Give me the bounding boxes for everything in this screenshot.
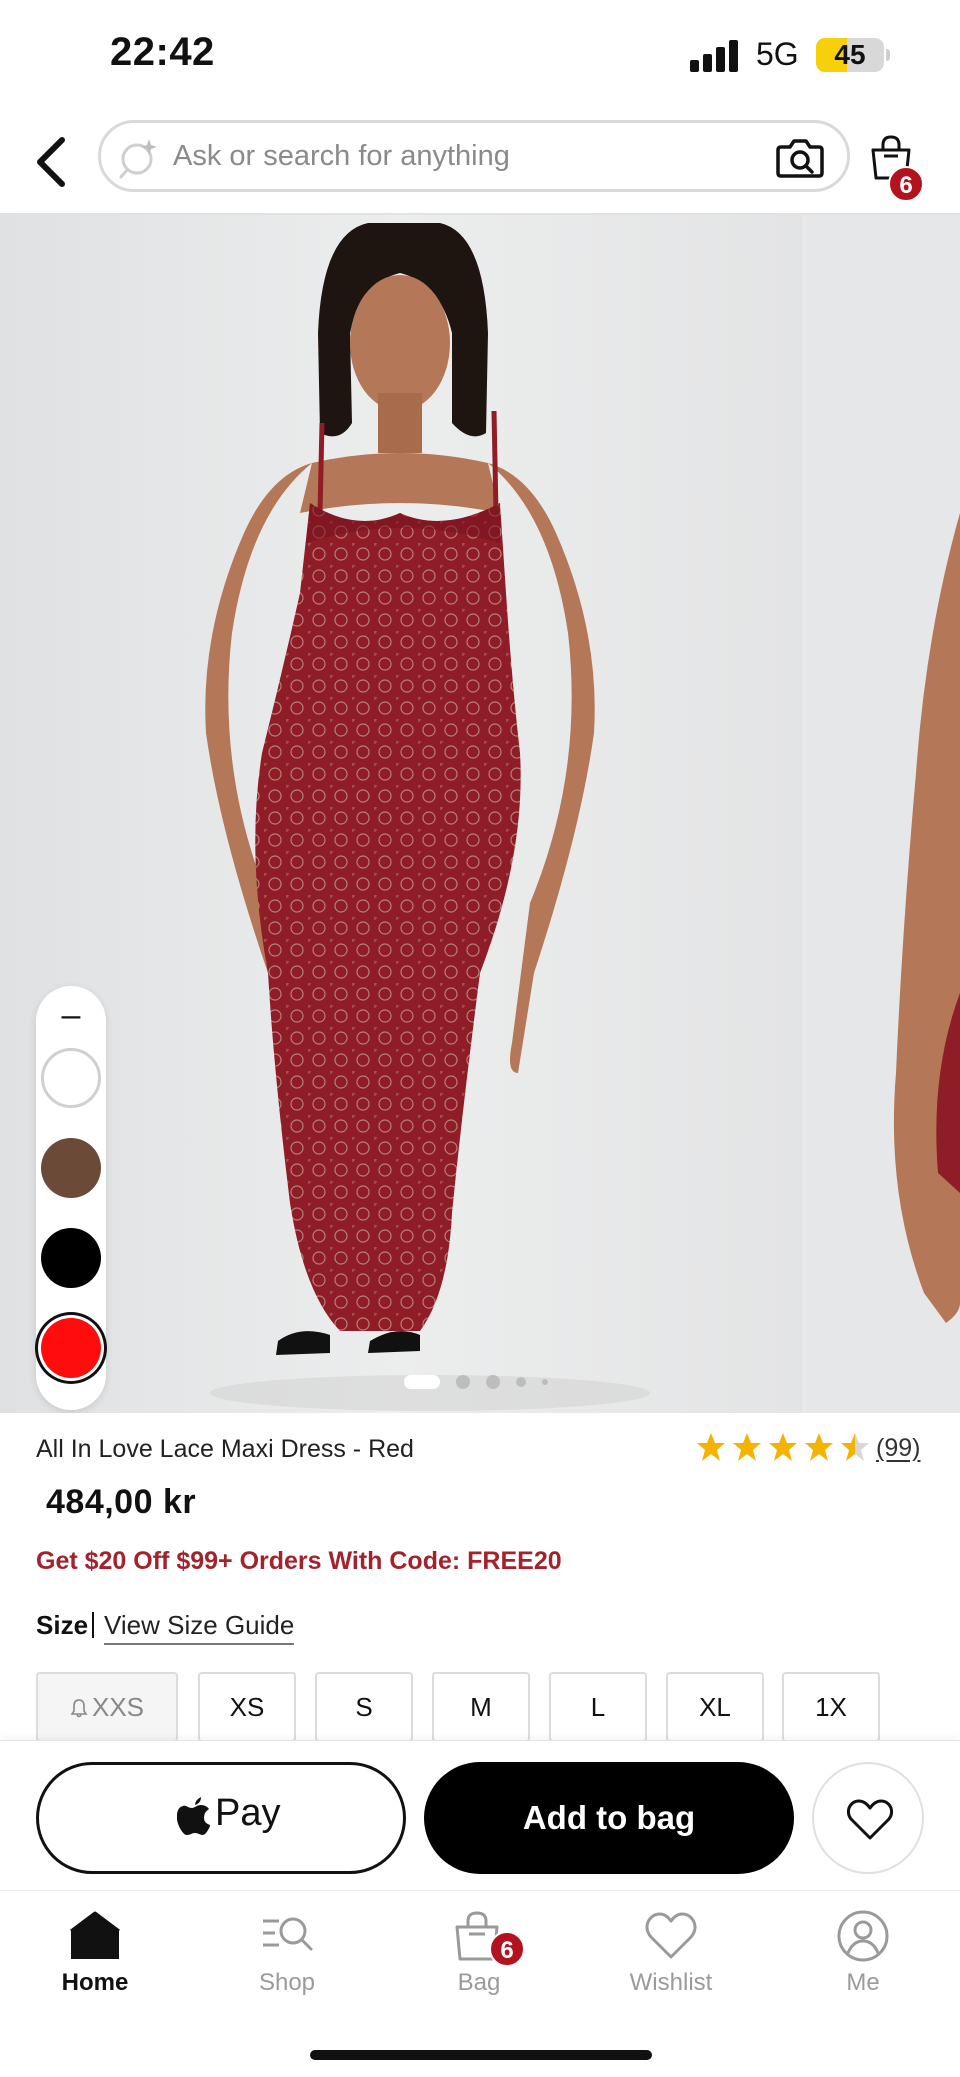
size-selector: XXS XS S M L XL 1X: [36, 1672, 960, 1742]
size-option-1x[interactable]: 1X: [782, 1672, 880, 1742]
search-input[interactable]: [173, 133, 733, 179]
pagination-dot: [404, 1375, 440, 1389]
user-icon: [837, 1910, 889, 1962]
tab-label: Home: [61, 1969, 129, 1996]
tab-wishlist[interactable]: Wishlist: [601, 1909, 741, 1999]
size-option-s[interactable]: S: [315, 1672, 413, 1742]
size-option-xxs[interactable]: XXS: [36, 1672, 178, 1742]
tab-label: Me: [846, 1969, 880, 1996]
cellular-signal-icon: [690, 40, 742, 72]
apple-pay-button[interactable]: Pay: [36, 1762, 406, 1874]
tab-me[interactable]: Me: [793, 1909, 933, 1999]
product-title: All In Love Lace Maxi Dress - Red: [36, 1435, 414, 1463]
size-label: Size: [36, 1610, 89, 1640]
apple-pay-label: Pay: [215, 1792, 281, 1834]
product-photo-next[interactable]: [806, 213, 960, 1413]
pagination-dot: [516, 1377, 526, 1387]
star-icon: [697, 1433, 725, 1461]
size-option-label: M: [470, 1692, 492, 1722]
pagination-dot: [456, 1375, 470, 1389]
status-time: 22:42: [110, 30, 215, 74]
color-swatch-black[interactable]: [41, 1228, 101, 1288]
chevron-left-icon: [37, 137, 65, 187]
tab-label: Wishlist: [629, 1969, 713, 1996]
view-size-guide-link[interactable]: View Size Guide: [104, 1610, 295, 1645]
size-option-label: XXS: [91, 1692, 145, 1722]
review-count[interactable]: (99): [876, 1434, 920, 1463]
camera-search-icon[interactable]: [775, 135, 825, 179]
tab-label: Shop: [258, 1969, 316, 1996]
header-bag-button[interactable]: 6: [866, 130, 926, 202]
star-icon: [805, 1433, 833, 1461]
purchase-action-bar: Pay Add to bag: [0, 1740, 960, 1890]
header-divider: [0, 213, 960, 215]
size-option-label: 1X: [815, 1692, 847, 1722]
tab-bag[interactable]: 6 Bag: [409, 1909, 549, 1999]
promo-banner: Get $20 Off $99+ Orders With Code: FREE2…: [36, 1547, 562, 1575]
star-icon: [733, 1433, 761, 1461]
ai-sparkle-search-icon: [119, 139, 157, 179]
color-swatch-red[interactable]: [41, 1318, 101, 1378]
size-option-label: L: [590, 1692, 606, 1722]
size-option-label: XS: [229, 1692, 265, 1722]
size-header: Size View Size Guide: [36, 1610, 295, 1645]
home-indicator: [310, 2050, 652, 2060]
search-bar[interactable]: [98, 120, 850, 192]
product-price: 484,00 kr: [46, 1483, 197, 1521]
tab-home[interactable]: Home: [25, 1909, 165, 1999]
home-icon: [70, 1911, 120, 1959]
color-swatch-white[interactable]: [41, 1048, 101, 1108]
network-type: 5G: [756, 36, 799, 72]
size-option-label: S: [355, 1692, 373, 1722]
size-option-m[interactable]: M: [432, 1672, 530, 1742]
size-separator: [92, 1612, 95, 1638]
product-image-gallery[interactable]: –: [0, 213, 960, 1413]
back-button[interactable]: [28, 132, 80, 192]
notify-bell-icon: [70, 1699, 88, 1718]
add-to-bag-button[interactable]: Add to bag: [424, 1762, 794, 1874]
product-photo-main[interactable]: [0, 213, 802, 1413]
pagination-dot: [542, 1379, 548, 1385]
battery-icon: 45: [816, 38, 884, 72]
tab-bag-count-badge: 6: [489, 1931, 525, 1967]
color-swatch-panel: –: [36, 986, 106, 1410]
shop-search-icon: [263, 1917, 313, 1951]
pagination-dot: [486, 1375, 500, 1389]
battery-nub: [886, 49, 890, 61]
top-navigation: 6: [0, 110, 960, 212]
bottom-tab-bar: Home Shop 6 Bag Wishlist Me: [0, 1890, 960, 2000]
wishlist-button[interactable]: [812, 1762, 924, 1874]
size-option-xs[interactable]: XS: [198, 1672, 296, 1742]
tab-shop[interactable]: Shop: [217, 1909, 357, 1999]
size-option-label: XL: [699, 1692, 731, 1722]
heart-outline-icon: [847, 1799, 893, 1840]
size-option-xl[interactable]: XL: [666, 1672, 764, 1742]
star-icon: [841, 1433, 869, 1461]
color-swatch-brown[interactable]: [41, 1138, 101, 1198]
status-bar: 22:42 5G 45: [0, 0, 960, 110]
heart-icon: [645, 1912, 697, 1959]
battery-percent: 45: [834, 39, 866, 70]
size-option-l[interactable]: L: [549, 1672, 647, 1742]
apple-logo-icon: [177, 1797, 210, 1835]
bag-count-badge: 6: [888, 166, 924, 202]
swatch-collapse-button[interactable]: –: [36, 990, 106, 1040]
tab-label: Bag: [457, 1969, 501, 1996]
star-icon: [769, 1433, 797, 1461]
